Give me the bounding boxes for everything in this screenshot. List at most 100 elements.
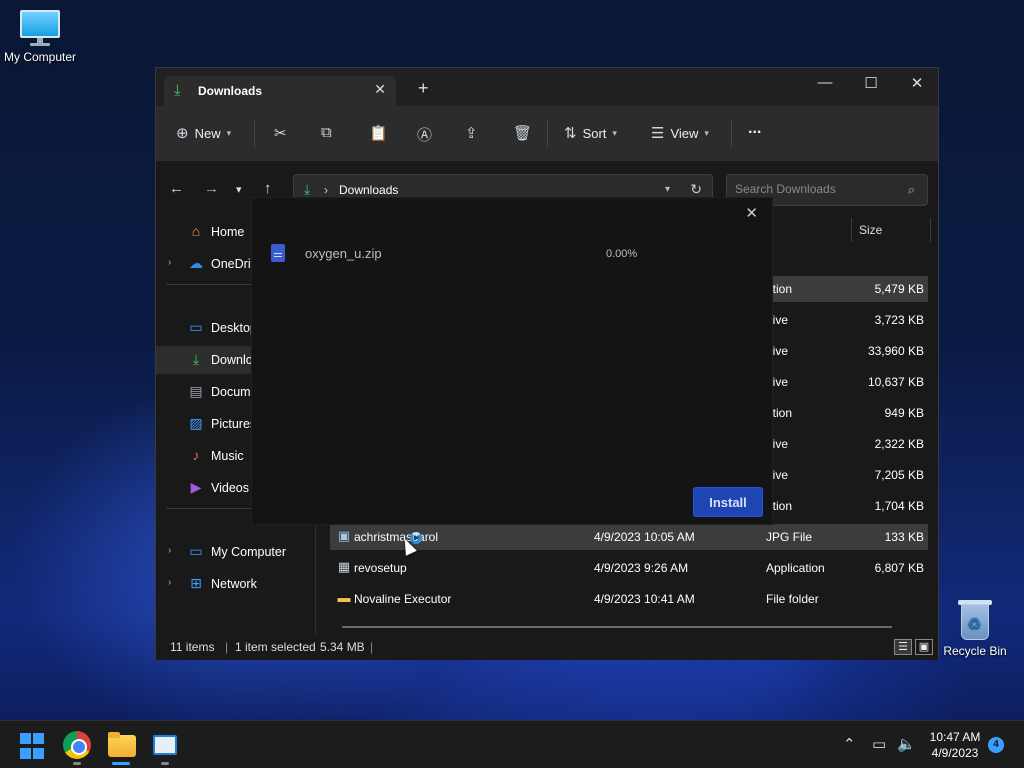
my-computer-label: My Computer [3, 50, 77, 64]
view-button[interactable]: ☰ View ▾ [651, 124, 709, 142]
computer-icon: ▭ [189, 543, 203, 559]
home-icon: ⌂ [191, 223, 201, 239]
new-label: New [194, 125, 221, 141]
tab-title: Downloads [198, 84, 263, 98]
start-button[interactable] [20, 733, 48, 761]
search-input[interactable] [735, 182, 895, 196]
chevron-down-icon[interactable]: ▾ [665, 184, 670, 195]
video-icon: ▶ [190, 479, 202, 495]
up-arrow-icon[interactable]: ↑ [264, 180, 272, 197]
file-size: 10,637 KB [867, 375, 924, 389]
sidebar-item-label: Desktop [211, 321, 257, 335]
sort-button[interactable]: ⇅ Sort ▾ [564, 124, 617, 142]
file-size: 33,960 KB [867, 344, 924, 358]
cut-button[interactable]: ✂ [274, 124, 287, 142]
download-icon: ⤓ [192, 351, 200, 367]
more-options-label: ... [748, 120, 762, 137]
sort-label: Sort [582, 125, 607, 141]
toolbar-divider [731, 120, 732, 148]
minimize-button[interactable]: — [802, 74, 848, 91]
copy-icon: ⧉ [321, 124, 332, 141]
column-header-size[interactable]: Size [859, 223, 882, 251]
sidebar-item-network[interactable]: › ⊞ Network [156, 570, 315, 598]
show-hidden-icons-chevron-icon[interactable]: ⌃ [843, 735, 856, 753]
installer-dialog: ✕ oxygen_u.zip 0.00% Install [251, 197, 773, 525]
clock[interactable]: 10:47 AM 4/9/2023 [918, 729, 992, 761]
table-row[interactable]: ▦ revosetup 4/9/2023 9:26 AM Application… [330, 555, 928, 581]
close-window-button[interactable]: ✕ [894, 74, 940, 92]
close-tab-icon[interactable]: ✕ [374, 81, 386, 98]
sidebar-item-label: Music [211, 449, 244, 463]
file-date: 4/9/2023 9:26 AM [594, 561, 689, 575]
close-icon[interactable]: ✕ [745, 204, 758, 222]
windows-logo-icon [20, 733, 31, 744]
clipboard-icon: 📋 [369, 125, 388, 142]
chevron-down-icon: ▾ [612, 127, 617, 138]
active-indicator [112, 762, 130, 765]
file-size: 3,723 KB [874, 313, 924, 327]
tiles-view-button[interactable]: ▣ [915, 639, 933, 655]
volume-icon[interactable]: 🔈 [897, 735, 916, 753]
selection-count: 1 item selected [235, 640, 316, 654]
music-icon: ♪ [192, 447, 200, 463]
share-button[interactable]: ⇪ [465, 124, 478, 142]
table-row[interactable]: ▬ Novaline Executor 4/9/2023 10:41 AM Fi… [330, 586, 928, 612]
forward-arrow-icon[interactable]: → [204, 180, 219, 197]
title-bar: ⤓ Downloads ✕ + — ☐ ✕ [156, 68, 938, 106]
list-view-icon: ☰ [651, 125, 665, 142]
notepad-taskbar-icon[interactable] [153, 735, 177, 755]
my-computer-desktop-icon[interactable]: My Computer [0, 10, 80, 64]
recent-locations-chevron-icon[interactable]: ▾ [236, 183, 242, 196]
column-divider [851, 218, 852, 242]
horizontal-scrollbar[interactable] [342, 626, 892, 628]
file-type: JPG File [766, 530, 813, 544]
download-file-name: oxygen_u.zip [305, 246, 382, 261]
sidebar-item-label: Network [211, 577, 257, 591]
expand-chevron-icon[interactable]: › [168, 257, 171, 268]
details-view-button[interactable]: ☰ [894, 639, 912, 655]
sidebar-item-label: Videos [211, 481, 249, 495]
status-separator: | [225, 640, 229, 654]
download-icon: ⤓ [304, 181, 311, 197]
status-separator: | [370, 640, 374, 654]
file-type: Application [766, 561, 825, 575]
more-options-button[interactable]: ... [748, 120, 761, 138]
paste-button[interactable]: 📋 [369, 124, 388, 142]
picture-icon: ▨ [189, 415, 203, 431]
refresh-icon[interactable]: ↻ [690, 181, 702, 198]
chevron-down-icon: ▾ [226, 127, 232, 138]
desktop-icon: ▭ [189, 319, 203, 335]
breadcrumb[interactable]: Downloads [339, 183, 398, 197]
file-explorer-taskbar-icon[interactable] [108, 732, 136, 757]
chrome-taskbar-icon[interactable] [63, 731, 91, 759]
file-name: achristmascarol [354, 530, 439, 544]
recycle-bin-desktop-icon[interactable]: ♻ Recycle Bin [935, 598, 1015, 658]
new-tab-button[interactable]: + [418, 79, 429, 97]
scissors-icon: ✂ [274, 125, 287, 142]
download-progress: 0.00% [606, 248, 638, 260]
notification-badge[interactable]: 4 [988, 737, 1004, 753]
expand-chevron-icon[interactable]: › [168, 577, 171, 588]
copy-button[interactable]: ⧉ [321, 124, 332, 141]
sidebar-item-my-computer[interactable]: › ▭ My Computer [156, 538, 315, 566]
file-date: 4/9/2023 10:05 AM [594, 530, 695, 544]
recycle-bin-icon: ♻ [957, 598, 993, 640]
new-button[interactable]: ⊕ New ▾ [176, 124, 231, 142]
rename-button[interactable]: Ⓐ [417, 124, 432, 145]
expand-chevron-icon[interactable]: › [168, 545, 171, 556]
back-arrow-icon[interactable]: ← [169, 180, 184, 197]
network-icon[interactable]: ▭ [872, 735, 886, 753]
maximize-button[interactable]: ☐ [848, 74, 894, 92]
sidebar-item-label: Home [211, 225, 245, 239]
item-count: 11 items [170, 640, 215, 654]
toolbar-divider [547, 120, 548, 148]
clock-date: 4/9/2023 [931, 746, 979, 760]
trash-icon: 🗑 [513, 125, 533, 142]
search-icon[interactable]: ⌕ [908, 182, 915, 198]
image-file-icon: ▣ [337, 528, 351, 543]
delete-button[interactable]: 🗑 [513, 124, 532, 142]
install-button[interactable]: Install [693, 487, 763, 517]
file-size: 133 KB [884, 530, 924, 544]
tab-downloads[interactable]: ⤓ Downloads ✕ [164, 76, 396, 106]
network-icon: ⊞ [190, 575, 202, 591]
